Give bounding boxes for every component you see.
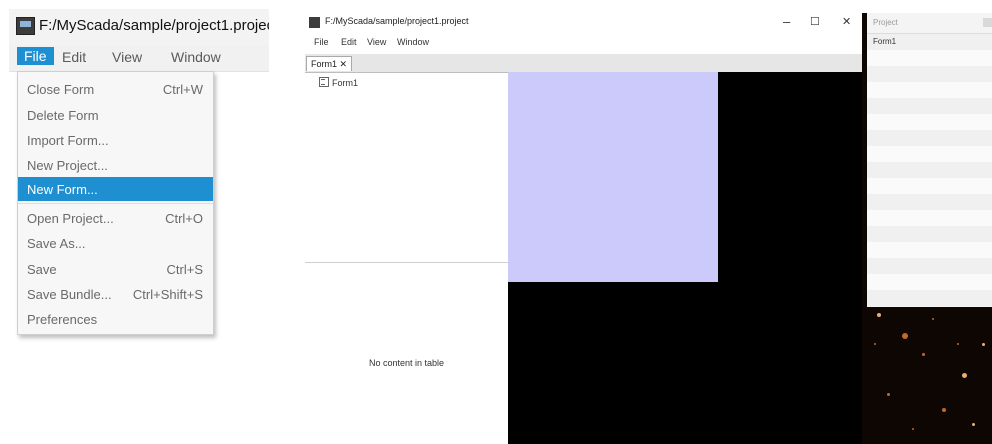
menu-item-label: New Form... (27, 182, 98, 197)
menu-edit[interactable]: Edit (62, 49, 86, 65)
menu-view[interactable]: View (112, 49, 142, 65)
project-view: Project Form1 (867, 13, 992, 307)
tab-label: Form1 (311, 59, 338, 69)
file-dropdown: Close Form Ctrl+W Delete Form Import For… (17, 71, 214, 335)
form-icon (319, 77, 329, 87)
menu-item-preferences[interactable]: Preferences (18, 307, 213, 331)
menu-view[interactable]: View (367, 37, 386, 47)
project-item-form1[interactable]: Form1 (873, 37, 896, 46)
main-window: F:/MyScada/sample/project1.project – ☐ ✕… (305, 13, 862, 444)
menu-separator (18, 203, 213, 204)
menu-item-label: New Project... (27, 158, 108, 173)
form-tree: Form1 (305, 73, 508, 261)
canvas-widget[interactable] (508, 72, 718, 282)
menu-item-label: Save As... (27, 236, 86, 251)
minimize-icon[interactable]: – (783, 14, 790, 29)
title-bar: F:/MyScada/sample/project1.project (9, 9, 269, 45)
menu-item-shortcut: Ctrl+O (165, 211, 203, 226)
spark-dot (902, 333, 908, 339)
window-title: F:/MyScada/sample/project1.project (39, 17, 269, 34)
spark-dot (957, 343, 959, 345)
list-row (867, 98, 992, 114)
spark-dot (942, 408, 946, 412)
spark-dot (932, 318, 934, 320)
project-header-label: Project (873, 18, 898, 27)
menu-item-close-form[interactable]: Close Form Ctrl+W (18, 77, 213, 101)
project-panel: Project Form1 (862, 13, 992, 444)
menu-item-save[interactable]: Save Ctrl+S (18, 257, 213, 281)
menu-file[interactable]: File (314, 37, 329, 47)
menu-item-open-project[interactable]: Open Project... Ctrl+O (18, 206, 213, 230)
menu-item-shortcut: Ctrl+S (166, 262, 203, 277)
list-row (867, 210, 992, 226)
spark-dot (912, 428, 914, 430)
spark-dot (922, 353, 925, 356)
list-row (867, 50, 992, 66)
tree-item-form1[interactable]: Form1 (319, 77, 358, 88)
list-row (867, 146, 992, 162)
menu-item-shortcut: Ctrl+W (162, 82, 203, 97)
close-icon[interactable]: ✕ (842, 15, 851, 28)
list-row (867, 178, 992, 194)
menu-bar: File Edit View Window (305, 37, 862, 51)
menu-item-save-as[interactable]: Save As... (18, 231, 213, 255)
project-header: Project (867, 13, 992, 34)
menu-edit[interactable]: Edit (341, 37, 357, 47)
menu-item-label: Save (27, 262, 57, 277)
list-row (867, 274, 992, 290)
menu-item-save-bundle[interactable]: Save Bundle... Ctrl+Shift+S (18, 282, 213, 306)
tab-close-icon[interactable]: ✕ (340, 59, 348, 69)
spark-dot (982, 343, 985, 346)
list-row (867, 194, 992, 210)
menu-item-label: Preferences (27, 312, 98, 327)
list-row (867, 242, 992, 258)
spark-dot (877, 313, 881, 317)
file-menu-panel: F:/MyScada/sample/project1.project File … (9, 9, 269, 346)
window-title: F:/MyScada/sample/project1.project (325, 16, 469, 26)
spark-dot (962, 373, 967, 378)
app-icon (16, 17, 35, 35)
spark-dot (972, 423, 975, 426)
tab-form1[interactable]: Form1 ✕ (306, 56, 353, 71)
menu-item-delete-form[interactable]: Delete Form (18, 103, 213, 127)
list-row (867, 226, 992, 242)
maximize-icon[interactable]: ☐ (810, 15, 820, 28)
empty-table-message: No content in table (368, 358, 445, 368)
menu-item-label: Save Bundle... (27, 287, 112, 302)
list-row (867, 258, 992, 274)
menu-item-shortcut: Ctrl+Shift+S (132, 287, 203, 302)
list-row (867, 114, 992, 130)
menu-window[interactable]: Window (171, 49, 221, 65)
tab-bar: Form1 ✕ (305, 54, 862, 73)
menu-item-label: Import Form... (27, 133, 109, 148)
menu-window[interactable]: Window (397, 37, 429, 47)
app-icon (309, 17, 320, 28)
list-row (867, 290, 992, 306)
design-canvas[interactable] (508, 72, 862, 444)
menu-item-new-form[interactable]: New Form... (18, 177, 213, 201)
menu-item-import-form[interactable]: Import Form... (18, 128, 213, 152)
list-row (867, 130, 992, 146)
menu-file[interactable]: File (17, 47, 54, 65)
menu-item-label: Open Project... (27, 211, 114, 226)
menu-item-label: Close Form (27, 82, 95, 97)
tree-item-label: Form1 (332, 78, 359, 88)
menu-item-label: Delete Form (27, 108, 99, 123)
menu-item-new-project[interactable]: New Project... (18, 153, 213, 177)
list-row (867, 66, 992, 82)
menu-bar: File Edit View Window (9, 45, 269, 72)
list-row (867, 162, 992, 178)
properties-table: No content in table (305, 263, 508, 444)
spark-dot (887, 393, 890, 396)
spark-dot (874, 343, 876, 345)
list-row (867, 82, 992, 98)
header-button[interactable] (983, 18, 992, 27)
